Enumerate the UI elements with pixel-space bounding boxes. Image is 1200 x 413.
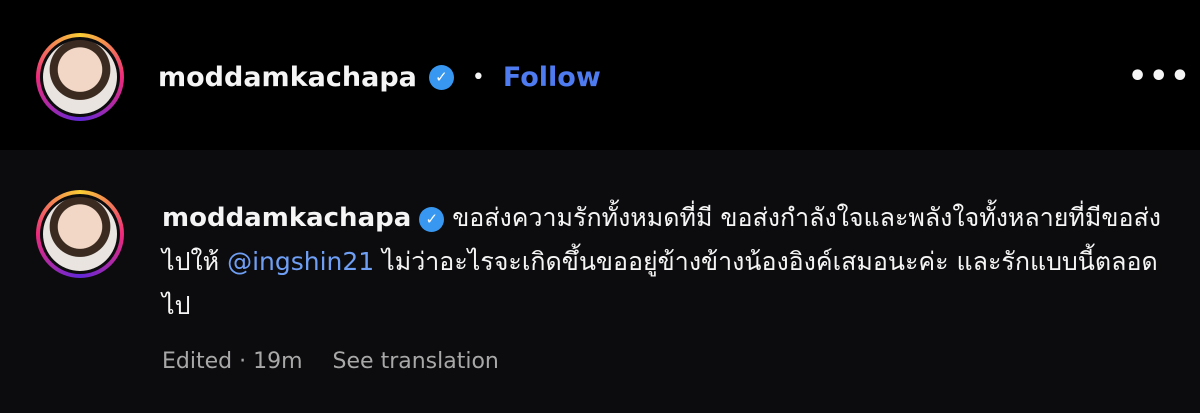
mention-link[interactable]: @ingshin21: [227, 247, 374, 276]
follow-button[interactable]: Follow: [503, 62, 601, 93]
comment-text: moddamkachapa ✓ ขอส่งความรักทั้งหมดที่มี…: [162, 196, 1162, 328]
avatar-ring-inner: [40, 194, 120, 274]
header-avatar[interactable]: [36, 33, 124, 121]
comment-avatar[interactable]: [36, 190, 124, 278]
avatar-photo: [43, 197, 117, 271]
verified-badge-icon: ✓: [428, 64, 454, 90]
edited-timestamp: Edited · 19m: [162, 349, 303, 374]
see-translation-button[interactable]: See translation: [333, 349, 499, 374]
comment-username[interactable]: moddamkachapa: [162, 203, 411, 233]
post-header: moddamkachapa ✓ • Follow: [158, 55, 601, 99]
time-separator: ·: [239, 348, 247, 374]
more-options-icon[interactable]: •••: [1128, 62, 1190, 92]
comment-meta: Edited · 19m See translation: [162, 344, 499, 378]
avatar-photo: [43, 40, 117, 114]
edited-label: Edited: [162, 348, 233, 374]
avatar-ring-inner: [40, 37, 120, 117]
verified-badge-icon: ✓: [419, 206, 445, 232]
time-ago: 19m: [253, 348, 303, 374]
header-username[interactable]: moddamkachapa: [158, 62, 417, 93]
header-separator: •: [471, 64, 485, 90]
